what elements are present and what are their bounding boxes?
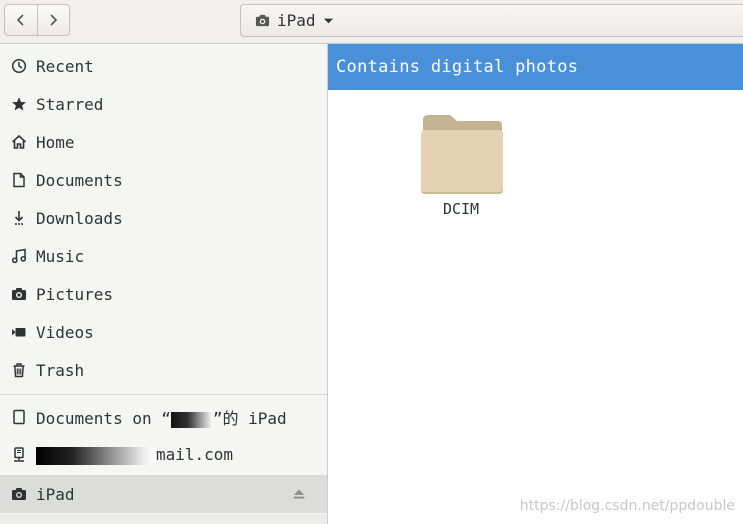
sidebar-item-label: Pictures [36,284,114,304]
chevron-right-icon [50,14,58,26]
sidebar-item-documents[interactable]: Documents [0,161,327,199]
document-icon [10,171,28,189]
sidebar-item-starred[interactable]: Starred [0,85,327,123]
music-icon [10,247,28,265]
navigation-buttons [4,4,70,36]
watermark: https://blog.csdn.net/ppdouble [519,498,735,514]
sidebar-item-pictures[interactable]: Pictures [0,275,327,313]
chevron-left-icon [16,14,24,26]
video-icon [10,323,28,341]
camera-icon [255,14,270,27]
sidebar-item-label: Documents [36,170,123,190]
sidebar-item-label: mail.com [36,445,233,465]
redacted-email [36,446,156,465]
sidebar-item-downloads[interactable]: Downloads [0,199,327,237]
sidebar-item-ipad[interactable]: iPad [0,475,327,513]
download-icon [10,209,28,227]
star-icon [10,95,28,113]
location-info-banner: Contains digital photos [328,44,743,90]
file-name: DCIM [442,200,480,218]
sidebar-item-home[interactable]: Home [0,123,327,161]
device-label-suffix: ”的 iPad [212,409,287,428]
path-bar: iPad [240,4,743,37]
tablet-icon [10,408,28,426]
sidebar-item-trash[interactable]: Trash [0,351,327,389]
sidebar-item-label: Starred [36,94,104,114]
sidebar-item-label: Home [36,132,75,152]
sidebar-item-mail-account[interactable]: mail.com [0,436,327,474]
eject-icon [293,489,305,499]
eject-button[interactable] [291,486,307,502]
trash-icon [10,361,28,379]
sidebar-item-label: iPad [36,484,75,504]
caret-down-icon [323,18,333,24]
sidebar-item-label: Videos [36,322,94,342]
folder-icon [421,115,503,194]
back-button[interactable] [5,5,37,35]
sidebar-item-label: Music [36,246,85,266]
sidebar-item-label: Documents on “ ”的 iPad [36,405,287,429]
clock-icon [10,57,28,75]
sidebar-item-label: Trash [36,360,85,380]
path-button-ipad[interactable]: iPad [255,5,334,36]
sidebar-item-ipad-documents[interactable]: Documents on “ ”的 iPad [0,398,327,436]
folder-item-dcim[interactable]: DCIM [414,108,508,220]
forward-button[interactable] [36,5,70,35]
header-bar: iPad [0,0,743,44]
sidebar-item-label: Downloads [36,208,123,228]
path-button-label: iPad [277,11,316,30]
sidebar-footer [0,514,327,524]
network-drive-icon [10,446,28,464]
sidebar-separator [0,394,327,395]
sidebar-item-videos[interactable]: Videos [0,313,327,351]
redacted-name [170,411,213,428]
sidebar-item-label: Recent [36,56,94,76]
device-label-suffix: mail.com [156,445,234,465]
sidebar-item-recent[interactable]: Recent [0,47,327,85]
sidebar-item-music[interactable]: Music [0,237,327,275]
camera-icon [10,285,28,303]
sidebar: Recent Starred Home Documents Downloads … [0,44,328,524]
camera-icon [10,485,28,503]
home-icon [10,133,28,151]
device-label-prefix: Documents on “ [36,409,171,428]
